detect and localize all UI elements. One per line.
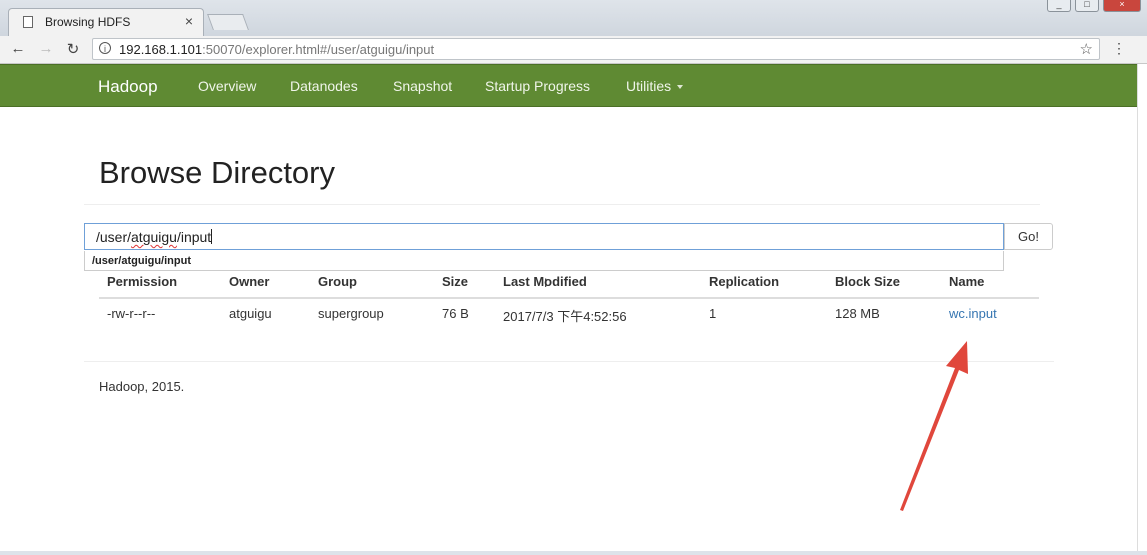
arrow-shape xyxy=(900,341,968,511)
window-bottom-edge xyxy=(0,551,1147,555)
window-right-edge xyxy=(1137,64,1147,555)
annotation-arrow-icon xyxy=(900,341,968,511)
